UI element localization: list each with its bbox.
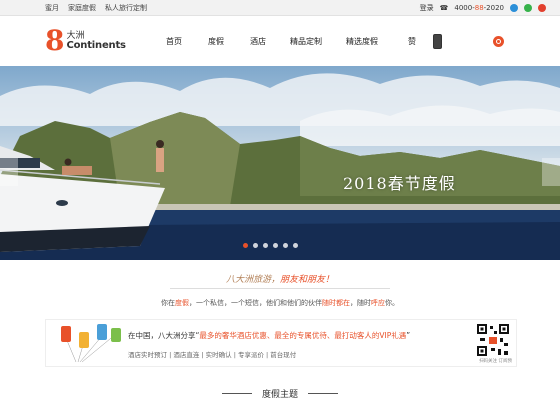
qr-module <box>480 338 485 341</box>
slogan-part2: 朋友和 <box>279 275 307 285</box>
intro-p4: 你。 <box>385 299 399 307</box>
person-standing <box>156 140 164 148</box>
wechat-icon[interactable] <box>524 3 532 12</box>
intro-p3: ，随时 <box>350 299 371 307</box>
qr-caption: 扫码关注 订阅预 <box>479 359 512 364</box>
intro-h1: 度假 <box>175 299 189 307</box>
hotline: 4000-88-2020 <box>454 4 504 12</box>
logo[interactable]: 8 大洲 Continents <box>45 27 145 55</box>
mobile-app-icon[interactable] <box>433 34 442 49</box>
promo-tags: 酒店实时预订 | 酒店直连 | 实时确认 | 专享派价 | 前台现付 <box>128 351 297 359</box>
top-right: 登录 ☎ 4000-88-2020 <box>420 3 546 13</box>
slider-dot[interactable] <box>273 243 278 248</box>
yacht-porthole <box>56 200 68 206</box>
qr-finder-core <box>480 349 484 353</box>
balloon-phone <box>111 328 121 342</box>
login-link[interactable]: 登录 <box>420 3 434 13</box>
promo-headline: 在中国，八大洲分享“最多的奢华酒店优惠、最全的专属优待、最打动客人的VIP礼遇” <box>128 330 410 341</box>
qr-module <box>489 337 497 344</box>
qr-finder-core <box>480 327 484 331</box>
hotline-suffix: -2020 <box>483 3 504 12</box>
section-title: 度假主题 <box>261 390 298 400</box>
logo-text: 大洲 Continents <box>66 31 126 51</box>
page: 蜜月 家庭度假 私人旅行定制 登录 ☎ 4000-88-2020 8 大洲 Co… <box>0 0 560 420</box>
slider-dot[interactable] <box>243 243 248 248</box>
cloud <box>300 105 560 146</box>
logo-number: 8 <box>45 24 65 57</box>
logo-en: Continents <box>66 39 126 51</box>
promo-p1: 在中国，八大洲分享“ <box>128 331 200 340</box>
qr-code <box>476 323 510 357</box>
qr-module <box>504 351 508 355</box>
promo-highlight: 最多的奢华酒店优惠、最全的专属优待、最打动客人的VIP礼遇 <box>199 331 407 340</box>
hotline-prefix: 4000- <box>454 3 475 12</box>
qr-module <box>500 338 503 342</box>
slider-prev-arrow[interactable] <box>0 158 18 186</box>
top-link-family[interactable]: 家庭度假 <box>68 3 96 13</box>
qr-module <box>490 326 493 329</box>
slider-dot[interactable] <box>253 243 258 248</box>
header: 8 大洲 Continents 首页 度假 酒店 精品定制 精选度假 赞 <box>0 16 560 66</box>
balloon-phone <box>61 326 71 342</box>
slider-next-arrow[interactable] <box>542 158 560 186</box>
person-sitting <box>64 158 72 166</box>
qr-module <box>494 331 497 334</box>
slogan-divider <box>170 288 390 289</box>
hotline-mid: 88 <box>474 3 484 12</box>
qr-pattern <box>476 323 510 357</box>
phone-icon: ☎ <box>439 3 449 12</box>
hero-title: 2018春节度假 <box>343 174 456 193</box>
weibo-icon[interactable] <box>538 3 546 12</box>
qr-module <box>498 349 501 355</box>
section-divider-right <box>308 393 338 394</box>
top-link-honeymoon[interactable]: 蜜月 <box>45 3 59 13</box>
qr-module <box>504 343 508 346</box>
intro-h3: 呼应 <box>371 299 385 307</box>
person-sitting-body <box>62 166 92 175</box>
nav-hotel[interactable]: 酒店 <box>237 36 279 47</box>
top-links: 蜜月 家庭度假 私人旅行定制 <box>45 3 147 13</box>
intro-text: 你在度假，一个私信，一个短信，他们和他们的伙伴随时都在，随时呼应你。 <box>0 298 560 308</box>
intro-p1: 你在 <box>161 299 175 307</box>
nav-vacation[interactable]: 度假 <box>195 36 237 47</box>
hero-scene <box>0 73 560 260</box>
person-standing-body <box>156 148 164 172</box>
top-bar: 蜜月 家庭度假 私人旅行定制 登录 ☎ 4000-88-2020 <box>0 0 560 16</box>
qq-icon[interactable] <box>510 3 518 12</box>
slogan: 八大洲旅游，朋友和朋友！ <box>0 272 560 285</box>
slider-dot[interactable] <box>293 243 298 248</box>
nav-custom[interactable]: 精品定制 <box>279 36 333 47</box>
slogan-part3: 朋友！ <box>307 275 335 285</box>
hero-banner[interactable]: 2018春节度假 <box>0 66 560 260</box>
balloon-phone <box>79 332 89 348</box>
search-icon[interactable] <box>493 36 504 47</box>
nav-home[interactable]: 首页 <box>153 36 195 47</box>
nav-praise[interactable]: 赞 <box>391 36 433 47</box>
slider-dots <box>243 243 298 248</box>
slider-dot[interactable] <box>263 243 268 248</box>
top-link-custom[interactable]: 私人旅行定制 <box>105 3 147 13</box>
qr-module <box>491 348 495 351</box>
promo-box[interactable]: 在中国，八大洲分享“最多的奢华酒店优惠、最全的专属优待、最打动客人的VIP礼遇”… <box>45 319 517 367</box>
promo-p2: ” <box>406 331 411 340</box>
nav-featured[interactable]: 精选度假 <box>333 36 391 47</box>
qr-finder-core <box>502 327 506 331</box>
main-nav: 首页 度假 酒店 精品定制 精选度假 赞 <box>153 36 433 47</box>
slider-dot[interactable] <box>283 243 288 248</box>
intro-h2: 随时都在 <box>322 299 350 307</box>
slogan-part1: 八大洲旅游， <box>225 275 280 285</box>
balloon-phone <box>97 324 107 340</box>
intro-p2: ，一个私信，一个短信，他们和他们的伙伴 <box>189 299 322 307</box>
